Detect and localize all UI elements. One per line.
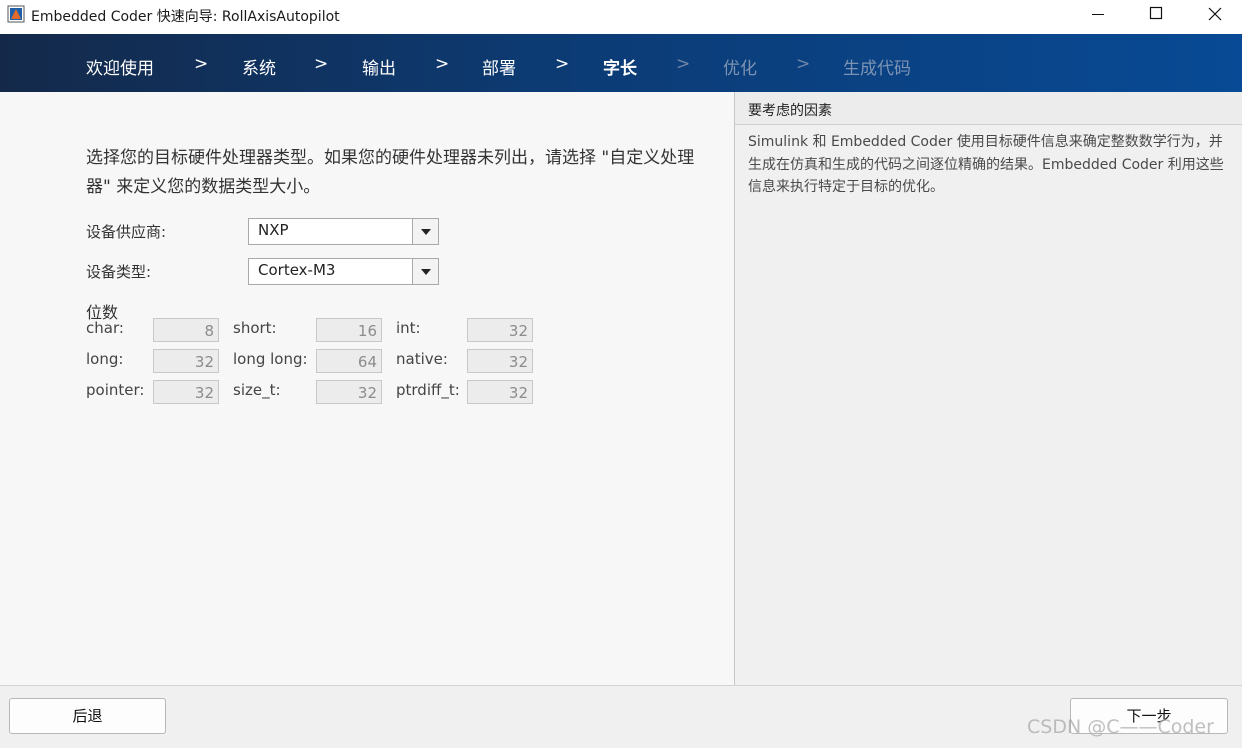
short-bits-field: 16 (316, 318, 382, 342)
step-separator: > (676, 54, 691, 74)
app-icon (7, 5, 25, 23)
back-button[interactable]: 后退 (9, 698, 166, 734)
step-generate-code: 生成代码 (843, 59, 911, 79)
pointer-bits-field: 32 (153, 380, 219, 404)
considerations-title: 要考虑的因素 (748, 103, 832, 119)
watermark-text: CSDN @C——Coder (1027, 716, 1214, 738)
device-vendor-label: 设备供应商: (86, 223, 167, 241)
size-t-label: size_t: (233, 381, 281, 399)
considerations-header: 要考虑的因素 (735, 92, 1242, 125)
pointer-label: pointer: (86, 381, 145, 399)
device-type-value: Cortex-M3 (258, 261, 336, 279)
device-type-select[interactable]: Cortex-M3 (248, 258, 439, 285)
char-bits-field: 8 (153, 318, 219, 342)
step-deployment[interactable]: 部署 (482, 54, 516, 79)
step-output[interactable]: 输出 (362, 54, 396, 79)
step-system[interactable]: 系统 (242, 54, 276, 79)
window-title: Embedded Coder 快速向导: RollAxisAutopilot (31, 9, 340, 25)
device-vendor-value: NXP (258, 221, 289, 239)
ptrdiff-t-bits-field: 32 (467, 380, 533, 404)
device-vendor-select[interactable]: NXP (248, 218, 439, 245)
int-label: int: (396, 319, 421, 337)
long-long-label: long long: (233, 350, 308, 368)
considerations-panel: 要考虑的因素 Simulink 和 Embedded Coder 使用目标硬件信… (735, 92, 1242, 685)
int-bits-field: 32 (467, 318, 533, 342)
close-icon[interactable] (1185, 0, 1242, 30)
main-panel: 选择您的目标硬件处理器类型。如果您的硬件处理器未列出，请选择 "自定义处理器" … (0, 92, 734, 685)
ptrdiff-t-label: ptrdiff_t: (396, 381, 460, 399)
minimize-icon[interactable] (1069, 0, 1127, 30)
step-navigation: 欢迎使用 > 系统 > 输出 > 部署 > 字长 > 优化 > 生成代码 (0, 34, 1242, 92)
step-separator: > (314, 54, 329, 74)
long-long-bits-field: 64 (316, 349, 382, 373)
instruction-text: 选择您的目标硬件处理器类型。如果您的硬件处理器未列出，请选择 "自定义处理器" … (86, 148, 695, 197)
device-type-label: 设备类型: (86, 263, 152, 281)
char-label: char: (86, 319, 124, 337)
step-welcome[interactable]: 欢迎使用 (86, 54, 154, 79)
step-separator: > (435, 54, 450, 74)
footer-bar: 后退 下一步 CSDN @C——Coder (0, 685, 1242, 748)
dropdown-arrow-icon[interactable] (412, 219, 438, 244)
step-word-length[interactable]: 字长 (603, 54, 637, 79)
step-optimization: 优化 (723, 59, 757, 79)
long-label: long: (86, 350, 124, 368)
considerations-text: Simulink 和 Embedded Coder 使用目标硬件信息来确定整数数… (748, 134, 1224, 195)
dropdown-arrow-icon[interactable] (412, 259, 438, 284)
native-bits-field: 32 (467, 349, 533, 373)
title-bar: Embedded Coder 快速向导: RollAxisAutopilot (0, 0, 1242, 34)
step-separator: > (796, 54, 811, 74)
step-separator: > (555, 54, 570, 74)
long-bits-field: 32 (153, 349, 219, 373)
step-separator: > (194, 54, 209, 74)
short-label: short: (233, 319, 277, 337)
maximize-icon[interactable] (1127, 0, 1185, 30)
native-label: native: (396, 350, 448, 368)
size-t-bits-field: 32 (316, 380, 382, 404)
